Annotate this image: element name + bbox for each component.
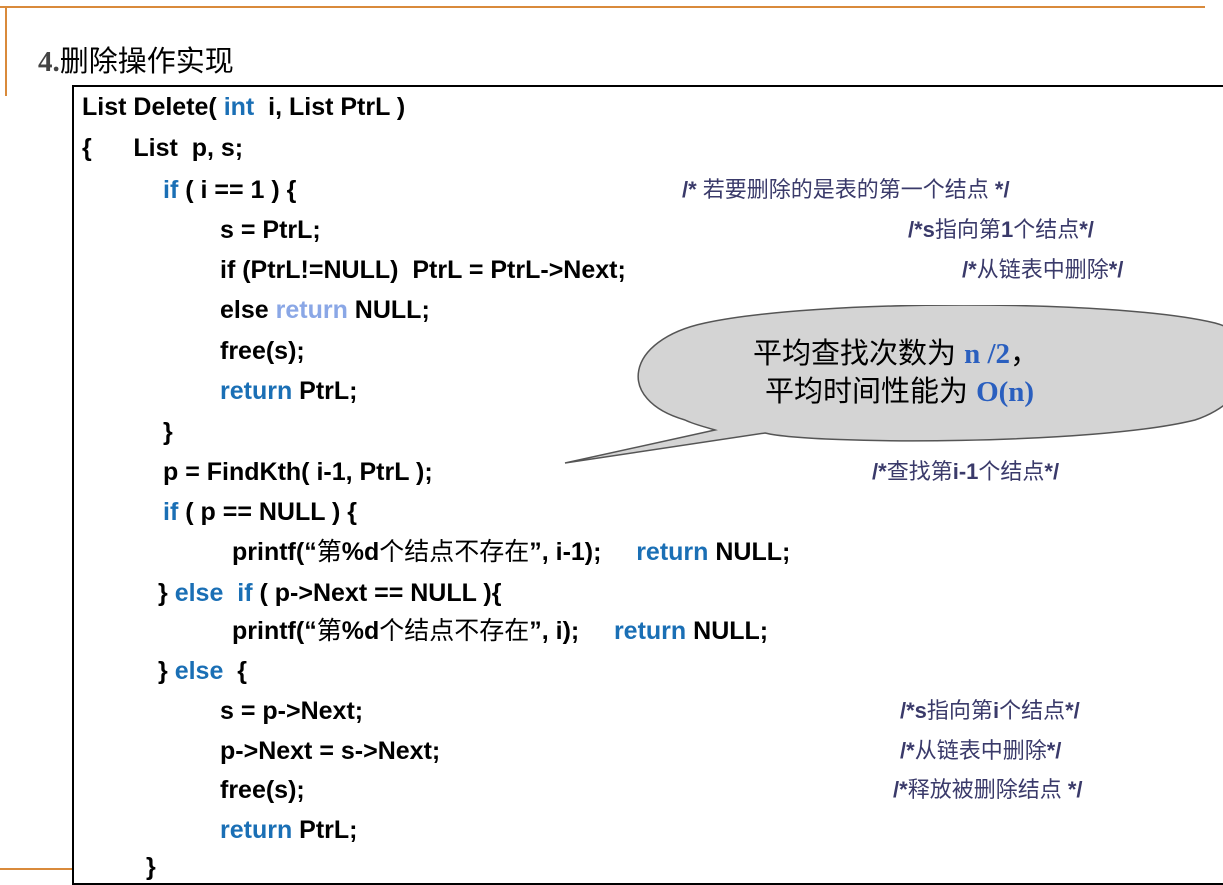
code-comment-5: /*s指向第i个结点*/ [900, 698, 1080, 723]
code-comment-6: /*从链表中删除*/ [900, 738, 1062, 763]
code-line-15: } else { [158, 657, 247, 685]
callout-line-1: 平均查找次数为 n /2， [753, 338, 1040, 370]
slide-title-number: 4. [38, 46, 60, 78]
code-line-8: return PtrL; [220, 377, 358, 405]
code-line-6: else return NULL; [220, 296, 430, 324]
code-line-19: return PtrL; [220, 816, 358, 844]
code-line-7: free(s); [220, 337, 305, 365]
top-rule [0, 6, 1205, 8]
code-line-13: } else if ( p->Next == NULL ){ [158, 579, 502, 607]
code-comment-7: /*释放被删除结点 */ [893, 777, 1083, 802]
code-line-14: printf(“第%d个结点不存在”, i); return NULL; [232, 617, 769, 645]
code-line-16: s = p->Next; [220, 697, 364, 725]
callout-line-2: 平均时间性能为 O(n) [765, 376, 1035, 408]
code-line-9: } [163, 418, 173, 446]
code-comment-2: /*s指向第1个结点*/ [908, 217, 1094, 242]
code-line-11: if ( p == NULL ) { [163, 498, 358, 526]
code-line-12: printf(“第%d个结点不存在”, i-1); return NULL; [232, 538, 791, 566]
code-line-1: List Delete( int i, List PtrL ) [82, 93, 406, 121]
code-line-20: } [146, 853, 156, 881]
code-comment-3: /*从链表中删除*/ [962, 257, 1124, 282]
code-comment-1: /* 若要删除的是表的第一个结点 */ [682, 177, 1010, 202]
left-rule [5, 6, 7, 96]
callout-bubble: 平均查找次数为 n /2， 平均时间性能为 O(n) [555, 304, 1223, 465]
code-line-10: p = FindKth( i-1, PtrL ); [163, 458, 433, 486]
code-line-17: p->Next = s->Next; [220, 737, 441, 765]
code-line-3: if ( i == 1 ) { [163, 176, 297, 204]
code-line-18: free(s); [220, 776, 305, 804]
slide-title-text: 删除操作实现 [59, 46, 234, 78]
slide-title: 4.删除操作实现 [38, 42, 234, 82]
code-line-4: s = PtrL; [220, 216, 321, 244]
code-line-2: { List p, s; [82, 134, 244, 162]
code-line-5: if (PtrL!=NULL) PtrL = PtrL->Next; [220, 256, 626, 284]
